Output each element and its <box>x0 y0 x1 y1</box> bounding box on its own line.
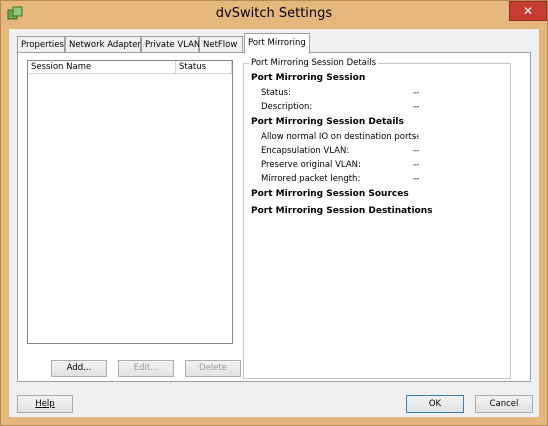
details-heading: Port Mirroring Session Details <box>251 117 404 127</box>
encapsulation-vlan-label: Encapsulation VLAN: <box>261 146 350 156</box>
help-button-label: Help <box>35 399 55 409</box>
column-header-session-name[interactable]: Session Name <box>28 61 176 73</box>
dialog-body: Properties Network Adapters Private VLAN… <box>9 29 539 417</box>
tab-network-adapters[interactable]: Network Adapters <box>65 36 145 53</box>
group-title: Port Mirroring Session Details <box>249 58 379 68</box>
session-list[interactable]: Session Name Status <box>27 60 233 344</box>
session-heading: Port Mirroring Session <box>251 73 366 83</box>
tab-netflow[interactable]: NetFlow <box>199 36 243 53</box>
add-session-button[interactable]: Add... <box>51 360 107 377</box>
ok-button[interactable]: OK <box>406 395 464 413</box>
status-value: -- <box>413 88 420 98</box>
sources-heading: Port Mirroring Session Sources <box>251 189 409 199</box>
port-mirroring-panel: Session Name Status Add... Edit... Delet… <box>17 52 531 382</box>
encapsulation-vlan-value: -- <box>413 146 420 156</box>
description-label: Description: <box>261 102 313 112</box>
description-value: -- <box>413 102 420 112</box>
help-button[interactable]: Help <box>17 395 73 413</box>
close-icon: ✕ <box>522 4 534 18</box>
window-title: dvSwitch Settings <box>215 6 333 21</box>
normal-io-label: Allow normal IO on destination ports: <box>261 132 420 142</box>
packet-length-value: -- <box>413 174 420 184</box>
preserve-vlan-value: -- <box>413 160 420 170</box>
normal-io-value: -- <box>413 132 420 142</box>
title-bar[interactable]: dvSwitch Settings ✕ <box>1 1 547 27</box>
dvswitch-settings-window: dvSwitch Settings ✕ Properties Network A… <box>0 0 548 426</box>
tab-port-mirroring[interactable]: Port Mirroring <box>244 33 310 54</box>
status-label: Status: <box>261 88 291 98</box>
tab-properties[interactable]: Properties <box>17 36 65 53</box>
column-header-status[interactable]: Status <box>176 61 232 73</box>
edit-session-button[interactable]: Edit... <box>118 360 174 377</box>
cancel-button[interactable]: Cancel <box>475 395 533 413</box>
destinations-heading: Port Mirroring Session Destinations <box>251 206 433 216</box>
packet-length-label: Mirrored packet length: <box>261 174 361 184</box>
session-list-header: Session Name Status <box>28 61 232 74</box>
close-button[interactable]: ✕ <box>509 1 547 21</box>
tab-private-vlan[interactable]: Private VLAN <box>141 36 200 53</box>
delete-session-button[interactable]: Delete <box>185 360 241 377</box>
preserve-vlan-label: Preserve original VLAN: <box>261 160 361 170</box>
